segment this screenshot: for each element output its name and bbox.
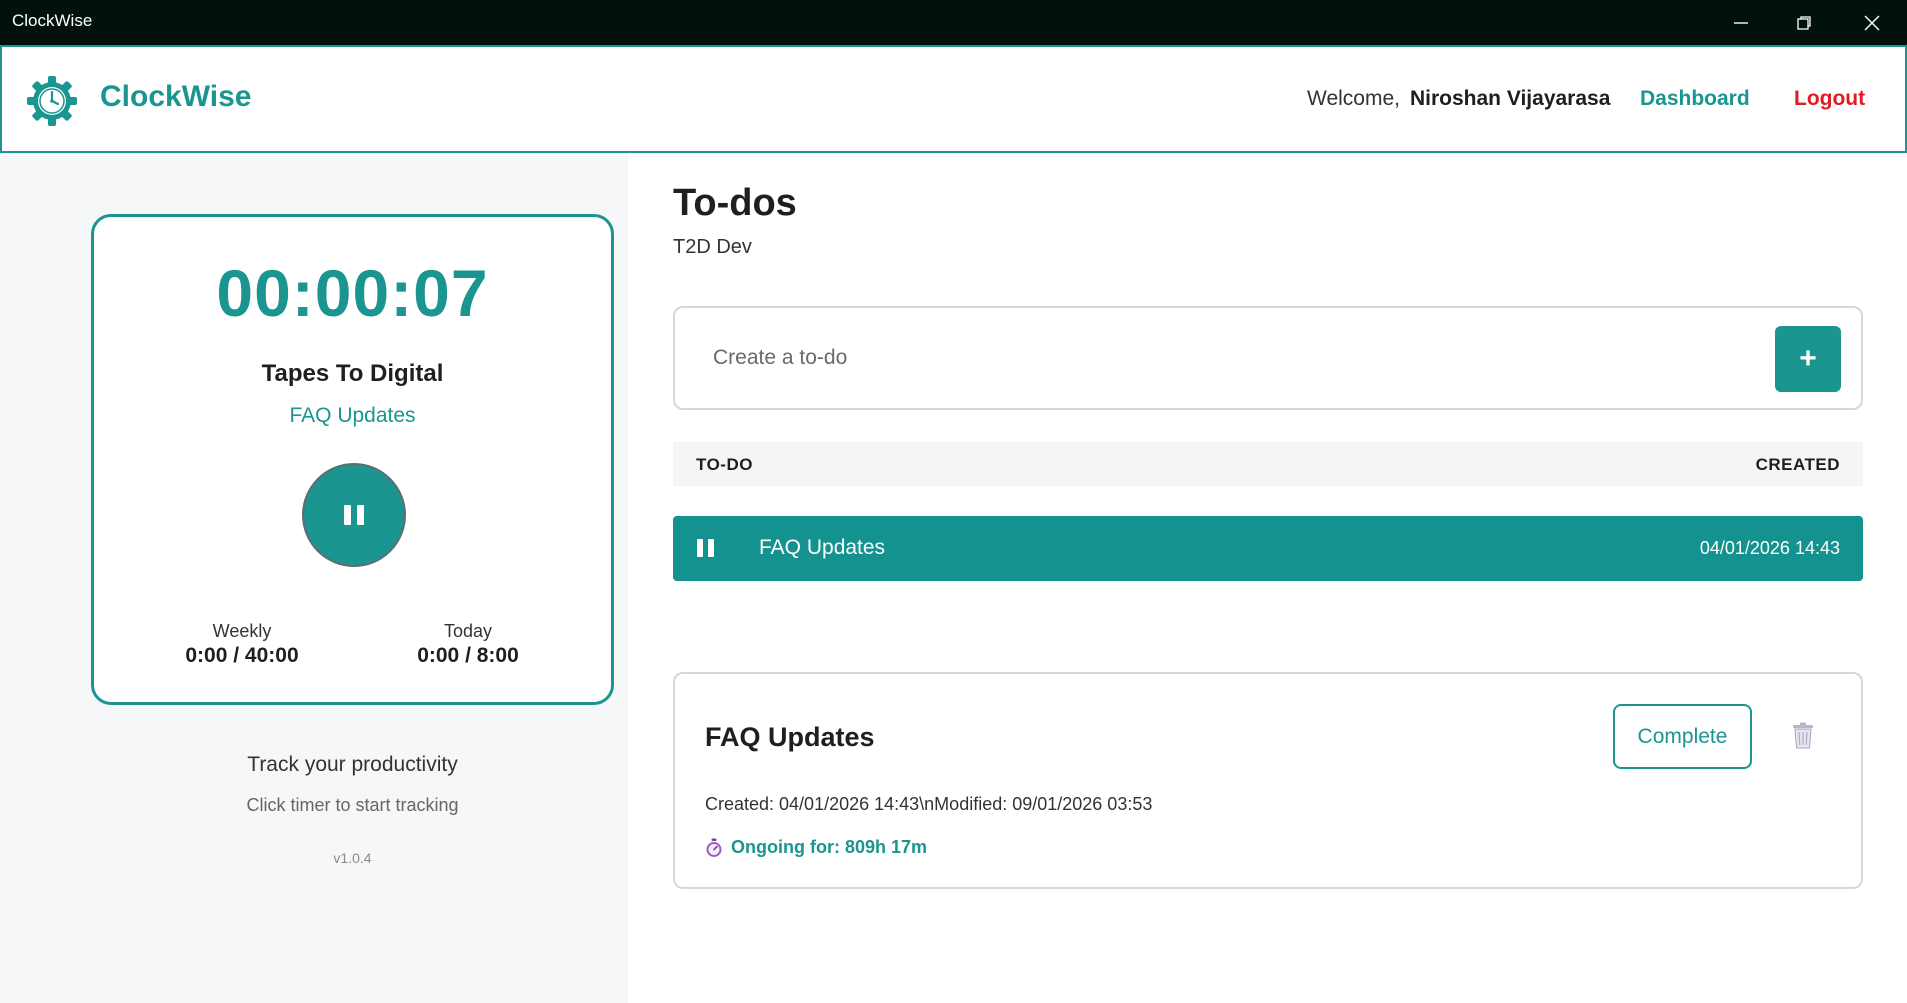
minimize-button[interactable]: [1707, 0, 1775, 45]
ongoing-duration: Ongoing for: 809h 17m: [731, 837, 928, 857]
create-todo-input[interactable]: [713, 338, 1713, 378]
weekly-value: 0:00 / 40:00: [185, 644, 299, 667]
column-header-created: CREATED: [1755, 455, 1840, 474]
window-titlebar: ClockWise: [0, 0, 1907, 45]
window-title: ClockWise: [12, 11, 93, 30]
detail-title: FAQ Updates: [705, 722, 875, 752]
user-name: Niroshan Vijayarasa: [1410, 87, 1611, 110]
detail-timestamps: Created: 04/01/2026 14:43\nModified: 09/…: [705, 794, 1153, 814]
trash-icon[interactable]: [1790, 722, 1816, 750]
close-icon: [1864, 15, 1880, 30]
welcome-label: Welcome,: [1307, 87, 1400, 110]
page-subtitle: T2D Dev: [673, 236, 752, 258]
close-button[interactable]: [1838, 0, 1906, 45]
app-version: v1.0.4: [333, 850, 372, 866]
add-todo-button[interactable]: +: [1775, 326, 1841, 392]
restore-icon: [1797, 15, 1811, 30]
todo-detail-card: FAQ Updates Complete Created: 04/01/2026…: [673, 672, 1863, 889]
today-label: Today: [443, 621, 493, 641]
timer-project-name: Tapes To Digital: [261, 360, 444, 387]
weekly-stat: Weekly 0:00 / 40:00: [142, 621, 342, 668]
ongoing-status: Ongoing for: 809h 17m: [705, 837, 927, 858]
pause-icon: [344, 505, 364, 525]
clock-gear-icon: [27, 76, 77, 126]
timer-card: 00:00:07 Tapes To Digital FAQ Updates We…: [91, 214, 614, 705]
timer-display: 00:00:07: [216, 256, 489, 330]
timer-pause-button[interactable]: [302, 463, 406, 567]
today-value: 0:00 / 8:00: [417, 644, 519, 667]
create-todo-box: +: [673, 306, 1863, 410]
tracking-hint: Click timer to start tracking: [246, 795, 459, 815]
timer-panel: 00:00:07 Tapes To Digital FAQ Updates We…: [0, 153, 628, 1003]
dashboard-link[interactable]: Dashboard: [1640, 87, 1750, 111]
todo-row-name: FAQ Updates: [759, 536, 886, 559]
minimize-icon: [1734, 21, 1748, 24]
todo-table-header: TO-DO CREATED: [673, 442, 1863, 486]
table-row[interactable]: FAQ Updates 04/01/2026 14:43: [673, 516, 1863, 581]
timer-task-name: FAQ Updates: [289, 404, 416, 427]
restore-button[interactable]: [1770, 0, 1838, 45]
today-stat: Today 0:00 / 8:00: [368, 621, 568, 668]
brand-name: ClockWise: [100, 80, 252, 113]
pause-icon[interactable]: [697, 539, 714, 557]
tagline: Track your productivity: [247, 753, 458, 776]
weekly-label: Weekly: [212, 621, 272, 641]
complete-button[interactable]: Complete: [1613, 704, 1752, 769]
column-header-todo: TO-DO: [696, 455, 753, 474]
app-header: ClockWise Welcome, Niroshan Vijayarasa D…: [0, 45, 1907, 153]
stopwatch-icon: [706, 838, 722, 857]
todo-row-created: 04/01/2026 14:43: [1699, 538, 1840, 558]
page-title: To-dos: [673, 182, 797, 224]
logout-link[interactable]: Logout: [1794, 87, 1865, 111]
